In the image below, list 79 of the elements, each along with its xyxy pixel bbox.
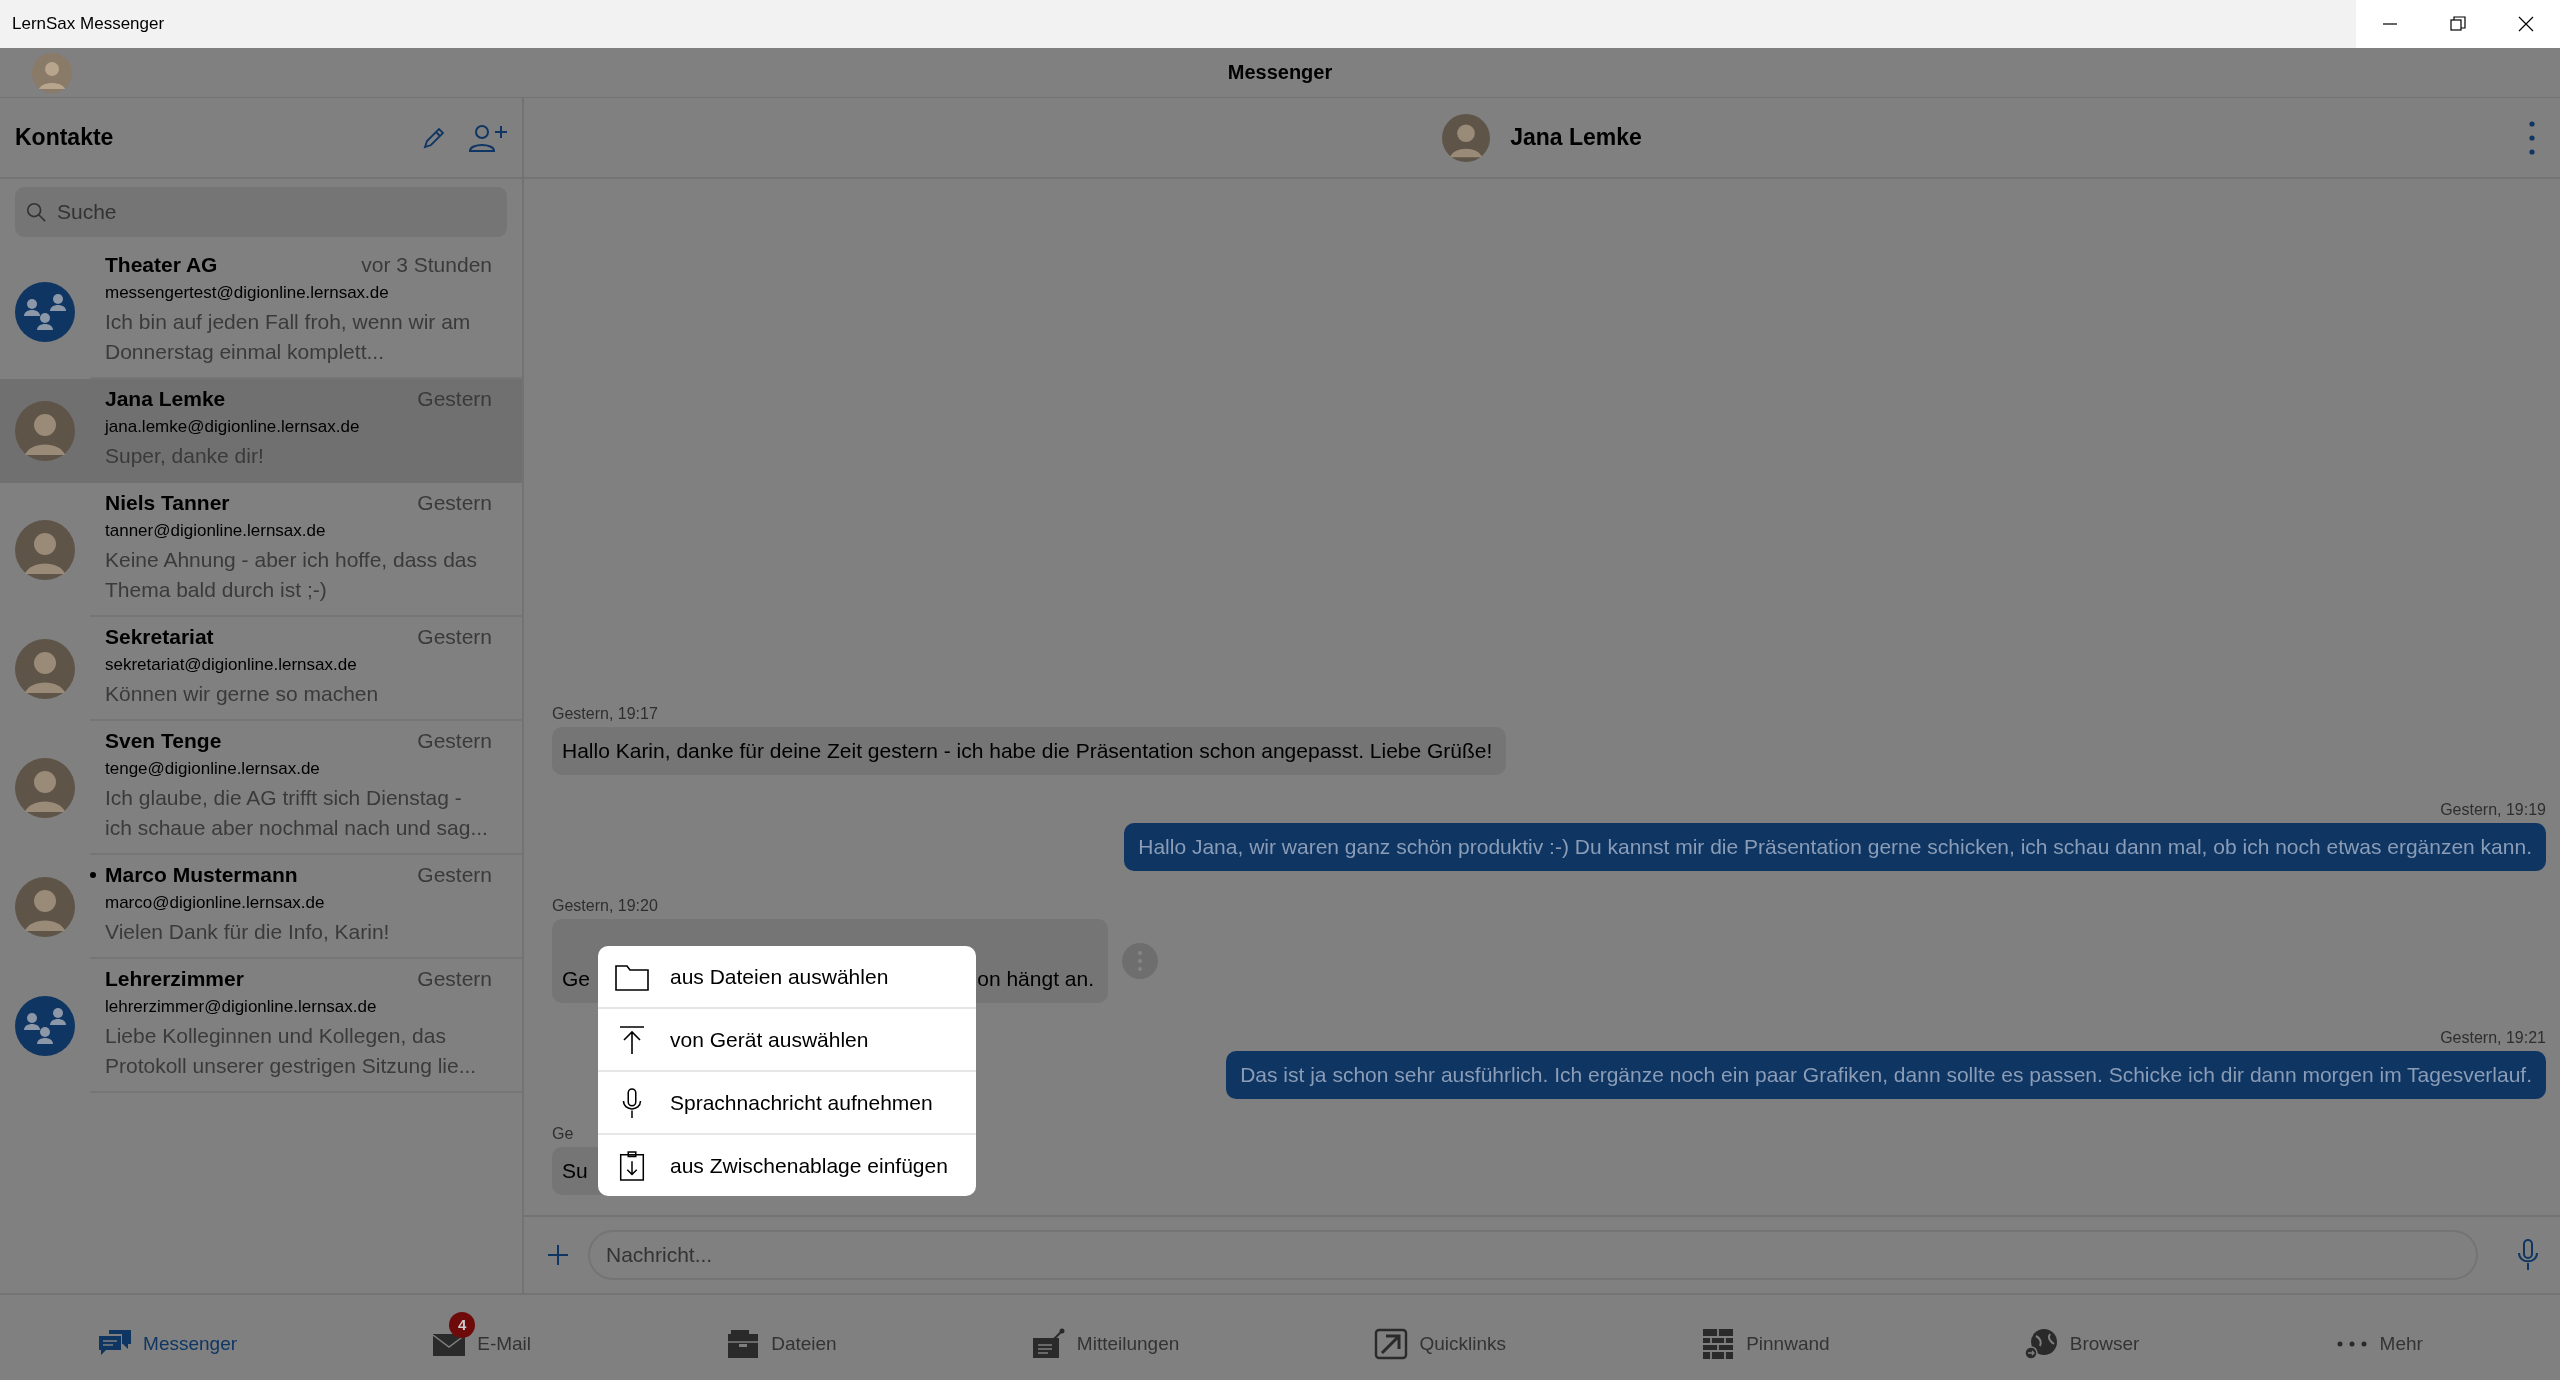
- contact-name: Lehrerzimmer: [105, 967, 245, 991]
- nav-tab[interactable]: Pinnwand: [1688, 1307, 1842, 1368]
- contact-name: Sekretariat: [105, 625, 215, 649]
- message-time: Gestern, 19:21: [2440, 1029, 2546, 1047]
- contact-time: vor 3 Stunden: [361, 253, 492, 277]
- globe-icon: [2023, 1327, 2060, 1360]
- contact-name: Jana Lemke: [105, 387, 227, 411]
- contact-name: Sven Tenge: [105, 729, 223, 753]
- contact-avatar: [15, 758, 75, 818]
- more-options-icon[interactable]: [2528, 119, 2536, 156]
- attach-plus-icon[interactable]: [546, 1243, 570, 1267]
- message-text: on hängt an.: [977, 967, 1094, 991]
- microphone-icon[interactable]: [2516, 1238, 2540, 1272]
- contact-item[interactable]: Lehrerzimmer Gestern lehrerzimmer@digionline.lernsax.de Liebe Kolleginnen und Kollegen, das Protokoll unserer gestrigen Sitzung lie...: [0, 959, 522, 1093]
- message-preview: Ich bin auf jeden Fall froh, wenn wir am Donnerstag einmal komplett...: [105, 309, 472, 365]
- message-time: Gestern, 19:17: [552, 705, 659, 723]
- contact-email: jana.lemke@digionline.lernsax.de: [105, 417, 361, 437]
- contact-email: messengertest@digionline.lernsax.de: [105, 283, 390, 303]
- message-preview: Vielen Dank für die Info, Karin!: [105, 919, 391, 945]
- app-title: Messenger: [1226, 61, 1334, 84]
- message-time: Gestern, 19:19: [2440, 801, 2546, 819]
- contact-time: Gestern: [417, 729, 492, 753]
- message-preview: Keine Ahnung - aber ich hoffe, dass das Thema bald durch ist ;-): [105, 547, 479, 603]
- group-avatar: [15, 282, 75, 342]
- message-preview: Können wir gerne so machen: [105, 681, 380, 707]
- message-preview: Ich glaube, die AG trifft sich Dienstag - ich schaue aber nochmal nach und sag...: [105, 785, 489, 841]
- contact-name: Marco Mustermann: [105, 863, 299, 887]
- message-text: Ge: [562, 967, 590, 991]
- contacts-title: Kontakte: [15, 124, 115, 151]
- contact-time: Gestern: [417, 967, 492, 991]
- contact-avatar: [15, 877, 75, 937]
- chat-contact-name: Jana Lemke: [1510, 124, 1642, 151]
- message-time: Gestern, 19:20: [552, 897, 659, 915]
- nav-tab[interactable]: Messenger: [85, 1307, 250, 1368]
- contact-email: marco@digionline.lernsax.de: [105, 893, 326, 913]
- message-text: Su: [562, 1159, 588, 1182]
- search-field[interactable]: Suche: [15, 187, 507, 237]
- contact-time: Gestern: [417, 625, 492, 649]
- contact-email: tenge@digionline.lernsax.de: [105, 759, 321, 779]
- contact-email: lehrerzimmer@digionline.lernsax.de: [105, 997, 378, 1017]
- notepad-icon: [1030, 1327, 1067, 1360]
- close-icon[interactable]: [2516, 14, 2536, 34]
- contact-time: Gestern: [417, 863, 492, 887]
- search-icon: [25, 201, 47, 223]
- contact-name: Niels Tanner: [105, 491, 231, 515]
- group-avatar: [15, 996, 75, 1056]
- menu-item[interactable]: aus Zwischenablage einfügen: [598, 1135, 976, 1196]
- user-avatar[interactable]: [32, 52, 72, 93]
- contact-email: sekretariat@digionline.lernsax.de: [105, 655, 358, 675]
- contact-item[interactable]: Sekretariat Gestern sekretariat@digionline.lernsax.de Können wir gerne so machen: [0, 617, 522, 721]
- contact-name: Theater AG: [105, 253, 219, 277]
- window-title: LernSax Messenger: [11, 14, 166, 34]
- contact-item[interactable]: Marco Mustermann Gestern marco@digionline.lernsax.de Vielen Dank für die Info, Karin!: [0, 855, 522, 959]
- message-time: Ge: [552, 1125, 575, 1143]
- menu-item[interactable]: Sprachnachricht aufnehmen: [598, 1072, 976, 1135]
- nav-tab[interactable]: 4 E-Mail: [419, 1307, 544, 1368]
- contact-time: Gestern: [417, 491, 492, 515]
- nav-tab[interactable]: Browser: [2011, 1307, 2152, 1368]
- contact-avatar: [15, 401, 75, 461]
- contact-avatar: [1442, 113, 1491, 162]
- menu-item[interactable]: von Gerät auswählen: [598, 1009, 976, 1072]
- contact-avatar: [15, 639, 75, 699]
- message-text: Hallo Jana, wir waren ganz schön produktiv :-) Du kannst mir die Präsentation gerne schicken, ich schau dann mal, ob ich noch etwas ergänzen kann.: [1138, 835, 2532, 858]
- message-text: Das ist ja schon sehr ausführlich. Ich ergänze noch ein paar Grafiken, dann sollte es passen. Schicke ich dir dann morgen im Tagesverlauf.: [1240, 1063, 2532, 1086]
- message-input-field[interactable]: Nachricht...: [588, 1230, 2478, 1280]
- contact-item[interactable]: Niels Tanner Gestern tanner@digionline.lernsax.de Keine Ahnung - aber ich hoffe, dass das Thema bald durch ist ;-): [0, 483, 522, 617]
- restore-icon[interactable]: [2448, 14, 2468, 34]
- nav-tab[interactable]: Quicklinks: [1361, 1307, 1518, 1368]
- nav-tab[interactable]: Dateien: [713, 1307, 849, 1368]
- external-link-icon: [1373, 1327, 1410, 1360]
- menu-item[interactable]: aus Dateien auswählen: [598, 946, 976, 1009]
- message-text: Hallo Karin, danke für deine Zeit gestern - ich habe die Präsentation schon angepasst. Liebe Grüße!: [562, 739, 1493, 762]
- unread-count-badge: 4: [449, 1311, 476, 1338]
- nav-tab[interactable]: Mehr: [2321, 1312, 2435, 1363]
- nav-tab[interactable]: Mitteilungen: [1018, 1307, 1192, 1368]
- contact-email: tanner@digionline.lernsax.de: [105, 521, 327, 541]
- contact-avatar: [15, 520, 75, 580]
- message-preview: Liebe Kolleginnen und Kollegen, das Protokoll unserer gestrigen Sitzung lie...: [105, 1023, 478, 1079]
- contact-item[interactable]: Sven Tenge Gestern tenge@digionline.lernsax.de Ich glaube, die AG trifft sich Dienstag - ich schaue aber nochmal nach und sag...: [0, 721, 522, 855]
